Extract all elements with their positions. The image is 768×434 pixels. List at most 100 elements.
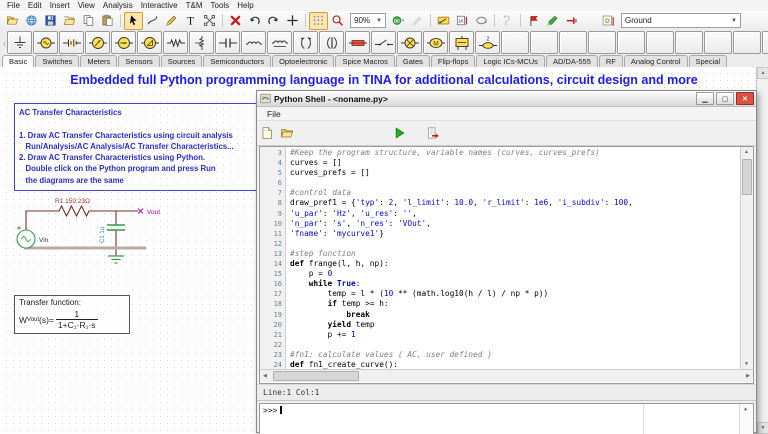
- menu-tools[interactable]: Tools: [207, 0, 234, 11]
- run-script-button[interactable]: [423, 124, 443, 142]
- zoom-magnifier-button[interactable]: [328, 12, 347, 30]
- scrollbar-thumb[interactable]: [273, 371, 359, 381]
- minimize-button[interactable]: ▁: [696, 92, 714, 105]
- scroll-down-icon[interactable]: ▼: [757, 422, 768, 434]
- symbol-box-button[interactable]: D: [599, 12, 618, 30]
- menu-interactive[interactable]: Interactive: [137, 0, 182, 11]
- console-output[interactable]: >>>: [260, 404, 643, 434]
- component-iron-transformer[interactable]: [319, 31, 344, 54]
- close-button[interactable]: ✕: [736, 92, 754, 105]
- open-folder-button[interactable]: [60, 12, 79, 30]
- transfer-function-box[interactable]: Transfer function: W Vout (s)= 1 1+C₁·R₁·s: [14, 295, 130, 334]
- zoom-level-select[interactable]: 90% ▼: [350, 13, 386, 28]
- menu-edit[interactable]: Edit: [24, 0, 46, 11]
- code-editor[interactable]: #Keep the program structure, variable na…: [286, 147, 740, 369]
- interactive-switch-button[interactable]: [434, 12, 453, 30]
- tab-sensors[interactable]: Sensors: [118, 55, 160, 67]
- pencil-button[interactable]: [162, 12, 181, 30]
- text-tool-button[interactable]: T: [181, 12, 200, 30]
- editor-vertical-scrollbar[interactable]: ▲ ▼: [740, 147, 753, 369]
- scroll-up-icon[interactable]: ▲: [757, 67, 768, 79]
- component-motor[interactable]: M: [423, 31, 448, 54]
- component-transformer[interactable]: [293, 31, 318, 54]
- vin-source[interactable]: Vin: [16, 226, 49, 249]
- component-voltmeter[interactable]: [85, 31, 110, 54]
- schematic-vertical-scrollbar[interactable]: ▲ ▼: [756, 67, 768, 434]
- component-capacitor[interactable]: [215, 31, 240, 54]
- component-coupled-inductor[interactable]: [267, 31, 292, 54]
- tab-optoelectronic[interactable]: Optoelectronic: [272, 55, 335, 67]
- ground-symbol[interactable]: [108, 255, 124, 264]
- menu-help[interactable]: Help: [233, 0, 257, 11]
- editor-horizontal-scrollbar[interactable]: ◀ ▶: [260, 369, 753, 382]
- tab-basic[interactable]: Basic: [2, 55, 35, 67]
- tab-special[interactable]: Special: [688, 55, 728, 67]
- component-resistor[interactable]: [163, 31, 188, 54]
- dc-meter-button[interactable]: DC: [389, 12, 408, 30]
- world-open-button[interactable]: [22, 12, 41, 30]
- polygon-select-button[interactable]: [200, 12, 219, 30]
- component-fuse[interactable]: [345, 31, 370, 54]
- tab-gates[interactable]: Gates: [395, 55, 430, 67]
- component-jumper-2[interactable]: 2: [475, 31, 500, 54]
- open-file2-button[interactable]: [277, 124, 297, 142]
- new-file-button[interactable]: [257, 124, 277, 142]
- maximize-button[interactable]: ▢: [716, 92, 734, 105]
- circuit-diagram[interactable]: Vin R1 159.23Ω C1 1u Vout: [4, 195, 174, 303]
- scroll-down-icon[interactable]: ▼: [744, 361, 749, 367]
- open-file-button[interactable]: [3, 12, 22, 30]
- tab-meters[interactable]: Meters: [80, 55, 118, 67]
- capacitor-c1[interactable]: C1 1u: [100, 224, 125, 243]
- component-switch[interactable]: [371, 31, 396, 54]
- component-ammeter[interactable]: [111, 31, 136, 54]
- python-shell-titlebar[interactable]: Python Shell - <noname.py> ▁ ▢ ✕: [257, 91, 756, 107]
- delete-x-button[interactable]: [226, 12, 245, 30]
- select-cursor-button[interactable]: [124, 11, 143, 30]
- green-marker-button[interactable]: [543, 12, 562, 30]
- menu-analysis[interactable]: Analysis: [99, 0, 137, 11]
- tab-logic-ics-mcus[interactable]: Logic ICs-MCUs: [476, 55, 545, 67]
- run-button[interactable]: [389, 124, 409, 142]
- menu-file[interactable]: File: [3, 0, 24, 11]
- loop-tool-button[interactable]: [472, 12, 491, 30]
- scroll-right-icon[interactable]: ▶: [746, 373, 750, 379]
- save-button[interactable]: [41, 12, 60, 30]
- crosshair-button[interactable]: [283, 12, 302, 30]
- tab-rf[interactable]: RF: [598, 55, 623, 67]
- component-voltage-source[interactable]: [33, 31, 58, 54]
- wire[interactable]: [25, 210, 138, 230]
- menu-view[interactable]: View: [74, 0, 99, 11]
- menu-insert[interactable]: Insert: [46, 0, 74, 11]
- tab-flip-flops[interactable]: Flip-flops: [430, 55, 476, 67]
- tab-analog-control[interactable]: Analog Control: [623, 55, 688, 67]
- vout-pin[interactable]: Vout: [137, 208, 160, 217]
- grid-toggle-button[interactable]: [309, 11, 328, 30]
- paste-button[interactable]: [98, 12, 117, 30]
- ground-select[interactable]: Ground ▼: [621, 13, 741, 28]
- logic-indicator-button[interactable]: 1K: [453, 12, 472, 30]
- component-relay[interactable]: [449, 31, 474, 54]
- tab-ad-da-555[interactable]: AD/DA-555: [545, 55, 598, 67]
- flag-pin-button[interactable]: [524, 12, 543, 30]
- console-scrollbar[interactable]: ▲: [739, 404, 753, 434]
- scroll-left-icon[interactable]: ◀: [263, 373, 267, 379]
- scrollbar-thumb[interactable]: [742, 159, 752, 195]
- scroll-left-icon[interactable]: ‹: [3, 38, 6, 48]
- instruction-note-box[interactable]: AC Transfer Characteristics 1. Draw AC T…: [14, 103, 262, 192]
- scroll-up-icon[interactable]: ▲: [744, 406, 747, 412]
- component-inductor[interactable]: [241, 31, 266, 54]
- component-wattmeter[interactable]: [137, 31, 162, 54]
- component-lamp[interactable]: [397, 31, 422, 54]
- python-menu-file[interactable]: File: [262, 109, 286, 119]
- resistor-r1[interactable]: R1 159.23Ω: [55, 198, 96, 218]
- tab-semiconductors[interactable]: Semiconductors: [203, 55, 272, 67]
- red-probe-button[interactable]: [562, 12, 581, 30]
- redo-button[interactable]: [264, 12, 283, 30]
- tab-sources[interactable]: Sources: [160, 55, 203, 67]
- undo-button[interactable]: [245, 12, 264, 30]
- component-potentiometer[interactable]: [189, 31, 214, 54]
- menu-tm[interactable]: T&M: [182, 0, 207, 11]
- tab-switches[interactable]: Switches: [35, 55, 80, 67]
- copy-button[interactable]: [79, 12, 98, 30]
- component-battery[interactable]: [59, 31, 84, 54]
